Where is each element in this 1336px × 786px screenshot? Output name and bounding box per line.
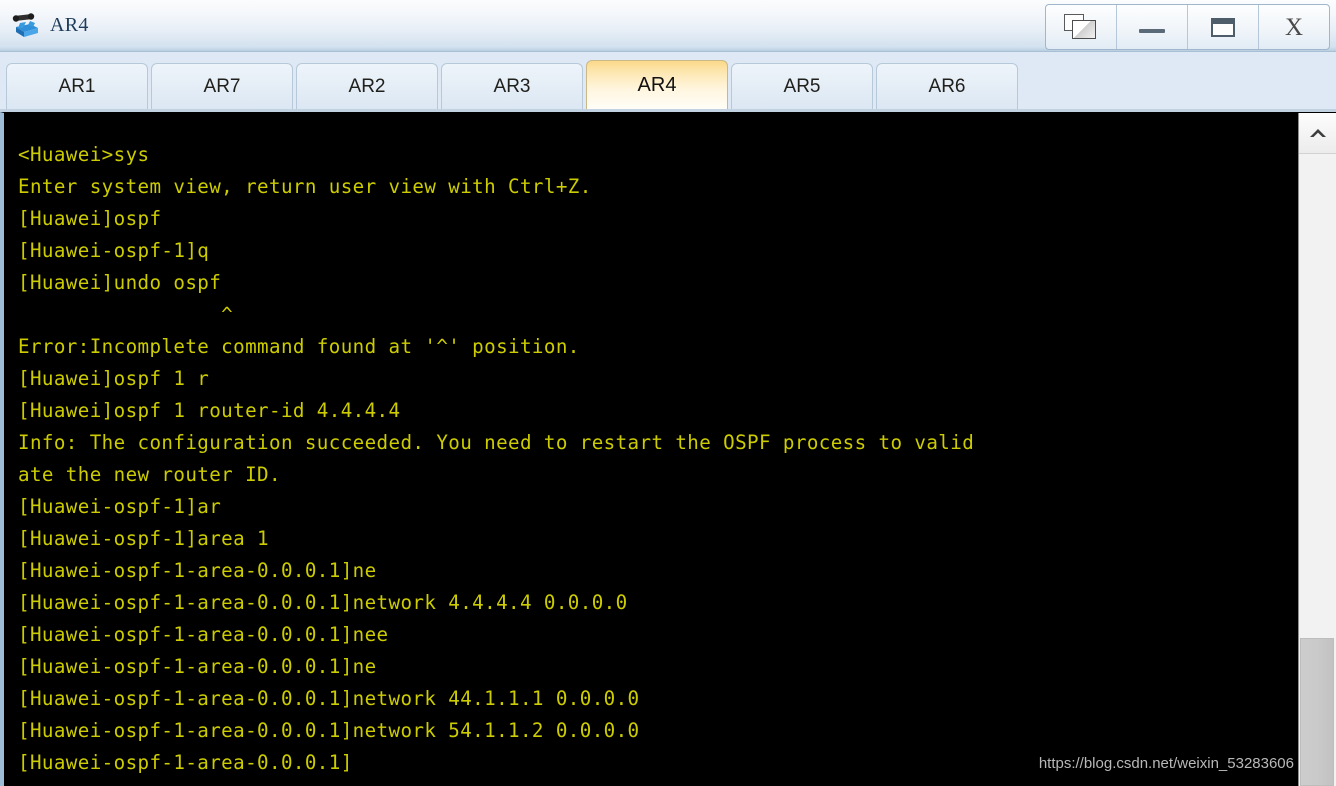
- terminal-console[interactable]: <Huawei>sys Enter system view, return us…: [4, 113, 1298, 786]
- cascade-windows-button[interactable]: [1046, 5, 1117, 49]
- tab-ar4[interactable]: AR4: [586, 60, 728, 109]
- maximize-icon: [1211, 17, 1235, 37]
- tab-ar6[interactable]: AR6: [876, 63, 1018, 109]
- scrollbar-track[interactable]: [1299, 154, 1336, 786]
- router-device-icon: [10, 11, 44, 41]
- tab-label: AR5: [783, 75, 821, 97]
- maximize-button[interactable]: [1188, 5, 1259, 49]
- tab-ar1[interactable]: AR1: [6, 63, 148, 109]
- terminal-output: <Huawei>sys Enter system view, return us…: [18, 143, 975, 774]
- cli-window: AR4 X AR1 AR7 AR2 AR3 AR4 AR5 AR6 <Huawe…: [0, 0, 1336, 786]
- close-icon: X: [1284, 13, 1304, 41]
- tab-label: AR2: [348, 75, 386, 97]
- tab-label: AR3: [493, 75, 531, 97]
- minimize-button[interactable]: [1117, 5, 1188, 49]
- minimize-icon: [1139, 29, 1165, 33]
- tab-label: AR7: [203, 75, 241, 97]
- tab-ar3[interactable]: AR3: [441, 63, 583, 109]
- tab-label: AR1: [58, 75, 96, 97]
- tab-ar2[interactable]: AR2: [296, 63, 438, 109]
- terminal-scrollbar[interactable]: [1298, 113, 1336, 786]
- tab-label: AR6: [928, 75, 966, 97]
- scrollbar-thumb[interactable]: [1300, 638, 1334, 786]
- window-controls: X: [1045, 4, 1330, 50]
- window-titlebar: AR4 X: [0, 0, 1336, 52]
- window-title: AR4: [50, 14, 89, 36]
- cascade-windows-icon: [1064, 14, 1098, 40]
- close-button[interactable]: X: [1259, 5, 1329, 49]
- chevron-up-icon: [1308, 127, 1328, 139]
- scroll-up-button[interactable]: [1299, 113, 1336, 154]
- terminal-area: <Huawei>sys Enter system view, return us…: [0, 112, 1336, 786]
- tab-ar5[interactable]: AR5: [731, 63, 873, 109]
- tab-ar7[interactable]: AR7: [151, 63, 293, 109]
- device-tab-strip: AR1 AR7 AR2 AR3 AR4 AR5 AR6: [0, 52, 1336, 112]
- tab-label: AR4: [637, 73, 677, 96]
